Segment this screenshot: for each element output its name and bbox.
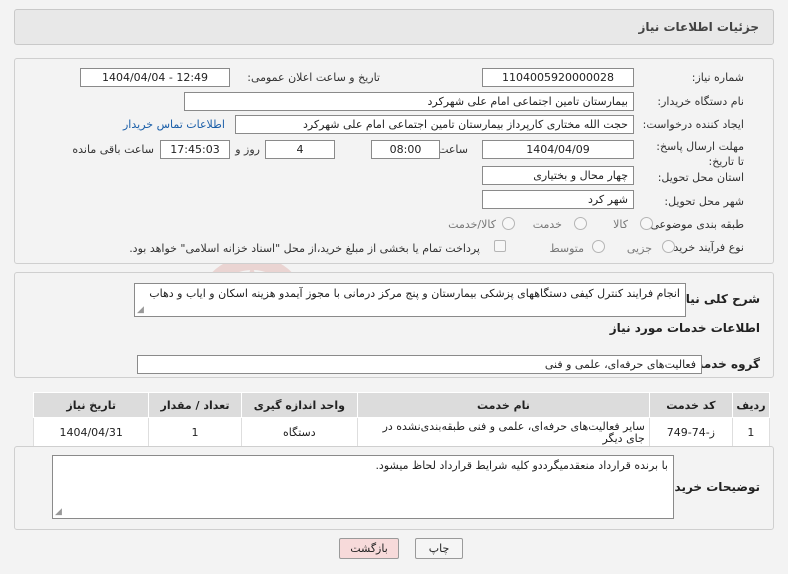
- province-label: استان محل تحویل:: [657, 171, 744, 184]
- resize-grip-icon[interactable]: ◢: [55, 508, 62, 517]
- category-radio-service[interactable]: [574, 217, 587, 230]
- buyer-contact-link[interactable]: اطلاعات تماس خریدار: [123, 118, 225, 131]
- description-label: شرح کلی نیاز:: [674, 292, 760, 306]
- category-radio-goods[interactable]: [640, 217, 653, 230]
- cell-code: ز-74-749: [648, 417, 733, 448]
- need-number-field: 1104005920000028: [482, 68, 634, 87]
- purchase-radio-medium[interactable]: [592, 240, 605, 253]
- table-header-row: ردیف کد خدمت نام خدمت واحد اندازه گیری ت…: [32, 392, 771, 418]
- cell-qty: 1: [148, 417, 242, 448]
- resize-grip-icon[interactable]: ◢: [137, 306, 144, 315]
- need-number-label: شماره نیاز:: [691, 71, 744, 84]
- deadline-date-field: 1404/04/09: [482, 140, 634, 159]
- category-goods-service-label: کالا/خدمت: [448, 218, 496, 231]
- purchase-minor-label: جزیی: [626, 242, 652, 255]
- treasury-payment-checkbox[interactable]: [494, 240, 506, 252]
- buyer-notes-text: با برنده قرارداد منعقدمیگرددو کلیه شرایط…: [375, 459, 668, 472]
- announce-datetime-label: تاریخ و ساعت اعلان عمومی:: [247, 71, 380, 84]
- col-index: ردیف: [731, 392, 771, 418]
- category-radio-goods-service[interactable]: [502, 217, 515, 230]
- buyer-org-label: نام دستگاه خریدار:: [657, 95, 744, 108]
- col-qty: تعداد / مقدار: [148, 392, 242, 418]
- cell-name: سایر فعالیت‌های حرفه‌ای، علمی و فنی طبقه…: [357, 417, 650, 448]
- purchase-radio-minor[interactable]: [662, 240, 675, 253]
- table-row: 1 ز-74-749 سایر فعالیت‌های حرفه‌ای، علمی…: [32, 417, 771, 448]
- category-service-label: خدمت: [532, 218, 562, 231]
- cell-date: 1404/04/31: [32, 417, 150, 448]
- col-code: کد خدمت: [648, 392, 733, 418]
- category-goods-label: کالا: [613, 218, 628, 231]
- services-section-title: اطلاعات خدمات مورد نیاز: [609, 321, 760, 335]
- deadline-time-field: 08:00: [371, 140, 440, 159]
- days-field: 4: [265, 140, 335, 159]
- buyer-org-field: بیمارستان تامین اجتماعی امام علی شهرکرد: [184, 92, 634, 111]
- service-group-field: فعالیت‌های حرفه‌ای، علمی و فنی: [137, 355, 702, 374]
- back-button[interactable]: بازگشت: [339, 538, 399, 559]
- requester-label: ایجاد کننده درخواست:: [642, 118, 744, 131]
- province-field: چهار محال و بختیاری: [482, 166, 634, 185]
- remaining-time-label: ساعت باقی مانده: [72, 143, 154, 156]
- details-header: جزئیات اطلاعات نیاز: [14, 9, 774, 45]
- page-title: جزئیات اطلاعات نیاز: [638, 20, 759, 34]
- city-label: شهر محل تحویل:: [664, 195, 744, 208]
- announce-datetime-field: 1404/04/04 - 12:49: [80, 68, 230, 87]
- col-name: نام خدمت: [357, 392, 650, 418]
- services-table: ردیف کد خدمت نام خدمت واحد اندازه گیری ت…: [32, 392, 771, 448]
- cell-unit: دستگاه: [240, 417, 359, 448]
- purchase-medium-label: متوسط: [549, 242, 584, 255]
- cell-index: 1: [731, 417, 771, 448]
- treasury-payment-note: پرداخت تمام یا بخشی از مبلغ خرید،از محل …: [129, 242, 480, 255]
- purchase-type-label: نوع فرآیند خرید :: [666, 241, 744, 254]
- remaining-time-field: 17:45:03: [160, 140, 230, 159]
- col-date: تاریخ نیاز: [32, 392, 150, 418]
- deadline-time-label: ساعت: [438, 143, 468, 156]
- print-button[interactable]: چاپ: [415, 538, 463, 559]
- description-text: انجام فرایند کنترل کیفی دستگاههای پزشکی …: [149, 287, 680, 300]
- description-textarea: انجام فرایند کنترل کیفی دستگاههای پزشکی …: [134, 283, 686, 317]
- buyer-notes-textarea: با برنده قرارداد منعقدمیگرددو کلیه شرایط…: [52, 455, 674, 519]
- col-unit: واحد اندازه گیری: [240, 392, 359, 418]
- requester-field: حجت الله مختاری کارپرداز بیمارستان تامین…: [235, 115, 634, 134]
- deadline-label: مهلت ارسال پاسخ: تا تاریخ:: [656, 140, 744, 168]
- category-label: طبقه بندی موضوعی:: [646, 218, 744, 231]
- city-field: شهر کرد: [482, 190, 634, 209]
- days-label: روز و: [235, 143, 260, 156]
